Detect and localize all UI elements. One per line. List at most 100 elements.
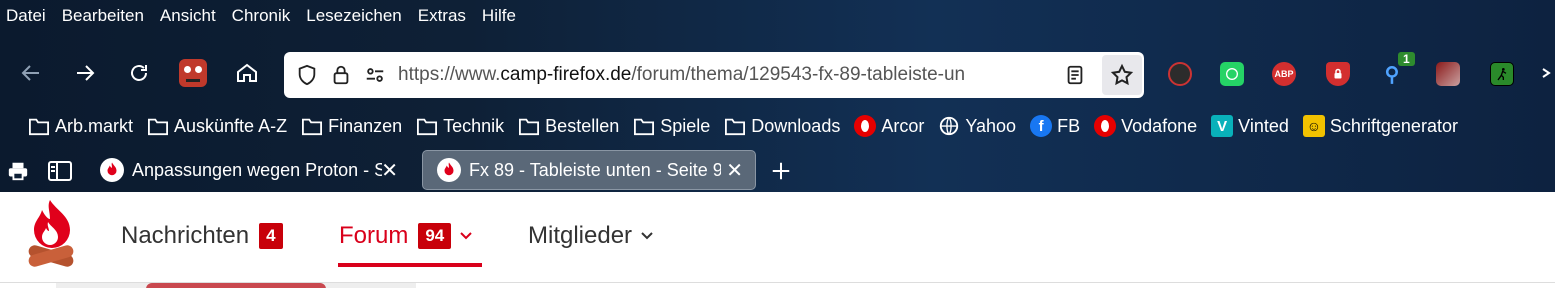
folder-icon — [518, 115, 540, 137]
page-content: Nachrichten 4 Forum 94 Mitglieder — [0, 192, 1555, 288]
reader-view-icon[interactable] — [1058, 58, 1092, 92]
tab-anpassungen[interactable]: Anpassungen wegen Proton - Sc ✕ — [86, 150, 410, 190]
overflow-menu-icon[interactable] — [1540, 56, 1554, 90]
nav-nachrichten-label: Nachrichten — [121, 222, 250, 249]
bookmark-label: Downloads — [751, 115, 841, 136]
menu-extras[interactable]: Extras — [418, 6, 466, 26]
menu-ansicht[interactable]: Ansicht — [160, 6, 216, 26]
tab-title: Anpassungen wegen Proton - Sc — [132, 159, 382, 180]
bookmark-arb-markt[interactable]: Arb.markt — [28, 115, 133, 137]
bookmark-technik[interactable]: Technik — [416, 115, 504, 137]
globe-icon — [938, 115, 960, 137]
privacy-shield-icon[interactable] — [1326, 62, 1350, 86]
menu-chronik[interactable]: Chronik — [232, 6, 291, 26]
bookmark-label: FB — [1057, 115, 1081, 136]
pattern-extension-icon[interactable] — [1436, 62, 1460, 86]
tab-title: Fx 89 - Tableiste unten - Seite 9 — [469, 159, 721, 180]
nav-nachrichten[interactable]: Nachrichten 4 — [121, 222, 283, 250]
chevron-down-icon[interactable] — [640, 228, 654, 244]
navigation-toolbar: https://www.camp-firefox.de/forum/thema/… — [0, 44, 1555, 104]
bookmark-label: Technik — [443, 115, 505, 136]
menu-bearbeiten[interactable]: Bearbeiten — [62, 6, 144, 26]
menu-datei[interactable]: Datei — [6, 6, 46, 26]
active-nav-underline — [338, 263, 482, 267]
sidebar-toggle-button[interactable] — [46, 154, 74, 188]
bookmark-bestellen[interactable]: Bestellen — [518, 115, 619, 137]
folder-icon — [724, 115, 746, 137]
bookmark-label: Schriftgenerator — [1329, 115, 1458, 136]
facebook-icon: f — [1030, 115, 1053, 137]
bookmark-arcor[interactable]: Arcor — [854, 115, 924, 137]
nav-forum[interactable]: Forum 94 — [339, 222, 473, 250]
new-tab-button[interactable] — [764, 154, 798, 188]
vinted-icon: V — [1211, 115, 1234, 137]
close-tab-icon[interactable]: ✕ — [381, 158, 398, 183]
forward-button[interactable] — [68, 56, 102, 90]
figure-extension-icon[interactable] — [1490, 62, 1514, 86]
blocked-extension-icon[interactable] — [1168, 62, 1192, 86]
bookmark-vinted[interactable]: V Vinted — [1211, 115, 1289, 137]
menu-hilfe[interactable]: Hilfe — [482, 6, 516, 26]
permissions-icon[interactable] — [358, 58, 392, 92]
arrow-right-icon — [77, 65, 95, 81]
folder-icon — [416, 115, 438, 137]
reload-icon — [131, 65, 147, 81]
sidebar-icon — [48, 161, 72, 181]
url-path: /forum/thema/129543-fx-89-tableiste-un — [631, 64, 966, 85]
bookmark-vodafone[interactable]: Vodafone — [1094, 115, 1197, 137]
red-face-icon — [179, 59, 207, 87]
nav-mitglieder-label: Mitglieder — [528, 222, 633, 249]
tab-bar: Anpassungen wegen Proton - Sc ✕ Fx 89 - … — [0, 148, 1555, 192]
addon-face-button[interactable] — [176, 56, 210, 90]
bookmark-schriftgenerator[interactable]: ☺ Schriftgenerator — [1302, 115, 1458, 137]
bookmark-label: Vinted — [1238, 115, 1289, 136]
url-bar[interactable]: https://www.camp-firefox.de/forum/thema/… — [284, 52, 1144, 98]
adblock-plus-icon[interactable]: ABP — [1272, 62, 1296, 86]
bookmarks-toolbar: Arb.markt Auskünfte A-Z Finanzen Technik… — [0, 108, 1472, 144]
bookmark-star-button[interactable] — [1102, 55, 1142, 95]
vodafone-icon — [1094, 115, 1117, 137]
url-text[interactable]: https://www.camp-firefox.de/forum/thema/… — [398, 64, 1038, 86]
chevron-down-icon[interactable] — [459, 228, 473, 244]
extension-badge: 1 — [1398, 52, 1415, 66]
bookmark-label: Bestellen — [545, 115, 620, 136]
url-domain: camp-firefox.de — [500, 64, 632, 85]
bookmark-fb[interactable]: f FB — [1030, 115, 1080, 137]
folder-icon — [28, 115, 50, 137]
reload-button[interactable] — [122, 56, 156, 90]
camp-fire-logo-icon[interactable] — [24, 198, 78, 276]
shield-icon[interactable] — [290, 58, 324, 92]
bookmark-label: Vodafone — [1121, 115, 1198, 136]
nav-mitglieder[interactable]: Mitglieder — [528, 222, 654, 250]
home-button[interactable] — [230, 56, 264, 90]
bookmark-label: Auskünfte A-Z — [174, 115, 288, 136]
smiley-icon: ☺ — [1302, 115, 1325, 137]
bookmark-yahoo[interactable]: Yahoo — [938, 115, 1016, 137]
lock-icon[interactable] — [324, 58, 358, 92]
bookmark-label: Yahoo — [965, 115, 1017, 136]
url-prefix: https://www. — [398, 64, 501, 85]
browser-chrome: Datei Bearbeiten Ansicht Chronik Lesezei… — [0, 0, 1555, 192]
tab-fx89[interactable]: Fx 89 - Tableiste unten - Seite 9 ✕ — [422, 150, 756, 190]
home-icon — [237, 63, 257, 82]
back-button[interactable] — [14, 56, 48, 90]
messages-count-badge: 4 — [259, 223, 283, 249]
menu-lesezeichen[interactable]: Lesezeichen — [306, 6, 401, 26]
folder-icon — [301, 115, 323, 137]
whatsapp-icon[interactable] — [1220, 62, 1244, 86]
bookmark-label: Arcor — [881, 115, 925, 136]
bookmark-spiele[interactable]: Spiele — [633, 115, 710, 137]
arrow-left-icon — [21, 65, 39, 81]
bookmark-finanzen[interactable]: Finanzen — [301, 115, 402, 137]
close-tab-icon[interactable]: ✕ — [726, 158, 743, 183]
bookmark-label: Arb.markt — [55, 115, 134, 136]
folder-icon — [633, 115, 655, 137]
content-peek-accent — [146, 283, 326, 288]
print-button[interactable] — [4, 154, 32, 188]
printer-icon — [8, 162, 28, 181]
nav-forum-label: Forum — [339, 222, 409, 249]
star-icon — [1110, 63, 1134, 86]
bookmark-auskuenfte[interactable]: Auskünfte A-Z — [147, 115, 287, 137]
bookmark-downloads[interactable]: Downloads — [724, 115, 840, 137]
menu-bar: Datei Bearbeiten Ansicht Chronik Lesezei… — [0, 0, 532, 32]
